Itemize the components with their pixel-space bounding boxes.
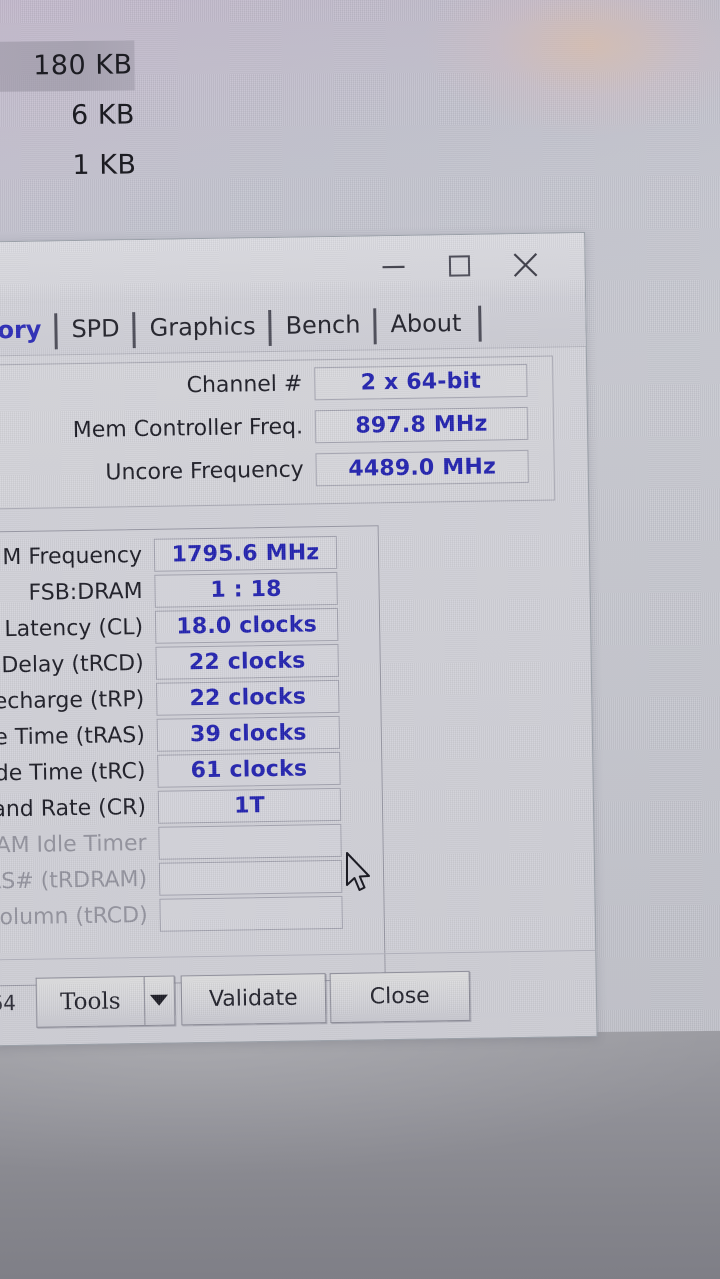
field-value-tras: 39 clocks [156,715,341,752]
field-label: RAM Idle Timer [0,830,147,859]
field-label: and Rate (CR) [0,794,147,822]
field-value-trdram [158,859,343,896]
field-value-trp: 22 clocks [156,679,340,716]
close-button-label: Close [369,983,430,1010]
close-icon [510,250,540,280]
timings-row-dram-frequency: M Frequency 1795.6 MHz [0,535,338,576]
tab-spd[interactable]: SPD [56,307,135,354]
field-label: echarge (tRP) [0,686,145,714]
maximize-button[interactable] [426,239,493,292]
cpuz-window: mory SPD Graphics Bench About Channel # … [0,232,598,1048]
general-row-channel: Channel # 2 x 64-bit [69,363,528,404]
memory-tab-panel: s Channel # 2 x 64-bit Mem Controller Fr… [0,347,595,988]
general-group: s Channel # 2 x 64-bit Mem Controller Fr… [0,355,556,511]
field-value-memctrl-freq: 897.8 MHz [314,406,529,443]
timings-row-trc: de Time (tRC) 61 clocks [0,751,341,792]
field-label: Delay (tRCD) [1,650,144,678]
tab-divider [478,305,482,342]
title-bar[interactable] [0,233,585,307]
field-value-channel: 2 x 64-bit [314,363,528,400]
field-value-fsb-dram: 1 : 18 [154,571,338,608]
timings-row-cas-latency: Latency (CL) 18.0 clocks [0,607,339,648]
tab-label: SPD [71,314,120,344]
tab-label: Bench [285,310,361,340]
field-label: M Frequency [2,542,143,570]
chevron-down-icon [150,994,169,1006]
field-label: Uncore Frequency [105,456,304,486]
validate-button[interactable]: Validate [180,972,327,1025]
minimize-icon [380,260,406,274]
tab-bench[interactable]: Bench [270,303,376,351]
timings-row-trcd: Delay (tRCD) 22 clocks [0,643,339,684]
mouse-cursor [345,852,375,896]
list-item[interactable]: 6 KB [0,88,360,141]
file-size-value: 1 KB [72,149,137,182]
background-file-size-list: 180 KB 6 KB 1 KB [0,38,361,191]
timings-row-dram-idle-timer: RAM Idle Timer [0,823,342,864]
general-row-memctrl-freq: Mem Controller Freq. 897.8 MHz [70,406,529,447]
field-label: Latency (CL) [4,614,144,642]
monitor-bezel [0,1030,720,1279]
tab-label: About [390,308,462,339]
timings-row-tras: e Time (tRAS) 39 clocks [0,715,341,756]
photographed-screen: 180 KB 6 KB 1 KB mory SPD Graphics Bench… [0,0,720,1279]
timings-group: M Frequency 1795.6 MHz FSB:DRAM 1 : 18 L… [0,525,386,988]
validate-button-label: Validate [208,985,298,1012]
general-row-uncore-freq: Uncore Frequency 4489.0 MHz [70,449,529,490]
tab-graphics[interactable]: Graphics [134,305,271,353]
version-label: .06.1.x64 [0,990,17,1017]
field-label: de Time (tRC) [0,758,146,786]
tools-button-label: Tools [59,987,121,1015]
minimize-button[interactable] [360,240,427,293]
footer-bar: .06.1.x64 Tools Validate Close [0,949,597,1047]
list-item[interactable]: 1 KB [0,138,360,191]
field-value-trcd: 22 clocks [155,643,339,680]
file-size-value: 6 KB [70,99,136,132]
field-label: Mem Controller Freq. [72,413,304,443]
tab-label: Graphics [149,312,256,342]
tools-dropdown-button[interactable] [143,975,176,1026]
field-value-trc: 61 clocks [157,751,341,788]
tab-memory[interactable]: mory [0,308,57,356]
timings-row-trdram: AS# (tRDRAM) [0,859,343,900]
close-window-button[interactable] [492,238,559,291]
list-item[interactable]: 180 KB [0,40,135,92]
field-value-cas-latency: 18.0 clocks [154,607,339,644]
field-label: Channel # [186,370,303,398]
timings-row-command-rate: and Rate (CR) 1T [0,787,342,828]
field-value-dram-frequency: 1795.6 MHz [153,535,338,572]
field-label: Column (tRCD) [0,902,148,931]
field-label: FSB:DRAM [28,578,143,606]
field-value-command-rate: 1T [157,787,342,824]
close-button[interactable]: Close [329,970,471,1023]
timings-row-row-to-column: Column (tRCD) [0,895,343,936]
timings-row-trp: echarge (tRP) 22 clocks [0,679,340,720]
field-value-uncore-freq: 4489.0 MHz [315,449,529,486]
field-label: e Time (tRAS) [0,722,146,750]
field-value-dram-idle-timer [158,823,342,860]
tools-button[interactable]: Tools [35,975,145,1028]
field-value-row-to-column [159,895,343,932]
tab-about[interactable]: About [375,302,477,350]
maximize-icon [447,254,471,278]
tab-label: mory [0,315,42,345]
timings-row-fsb-dram: FSB:DRAM 1 : 18 [0,571,338,612]
field-label: AS# (tRDRAM) [0,866,148,894]
file-size-value: 180 KB [33,49,133,82]
